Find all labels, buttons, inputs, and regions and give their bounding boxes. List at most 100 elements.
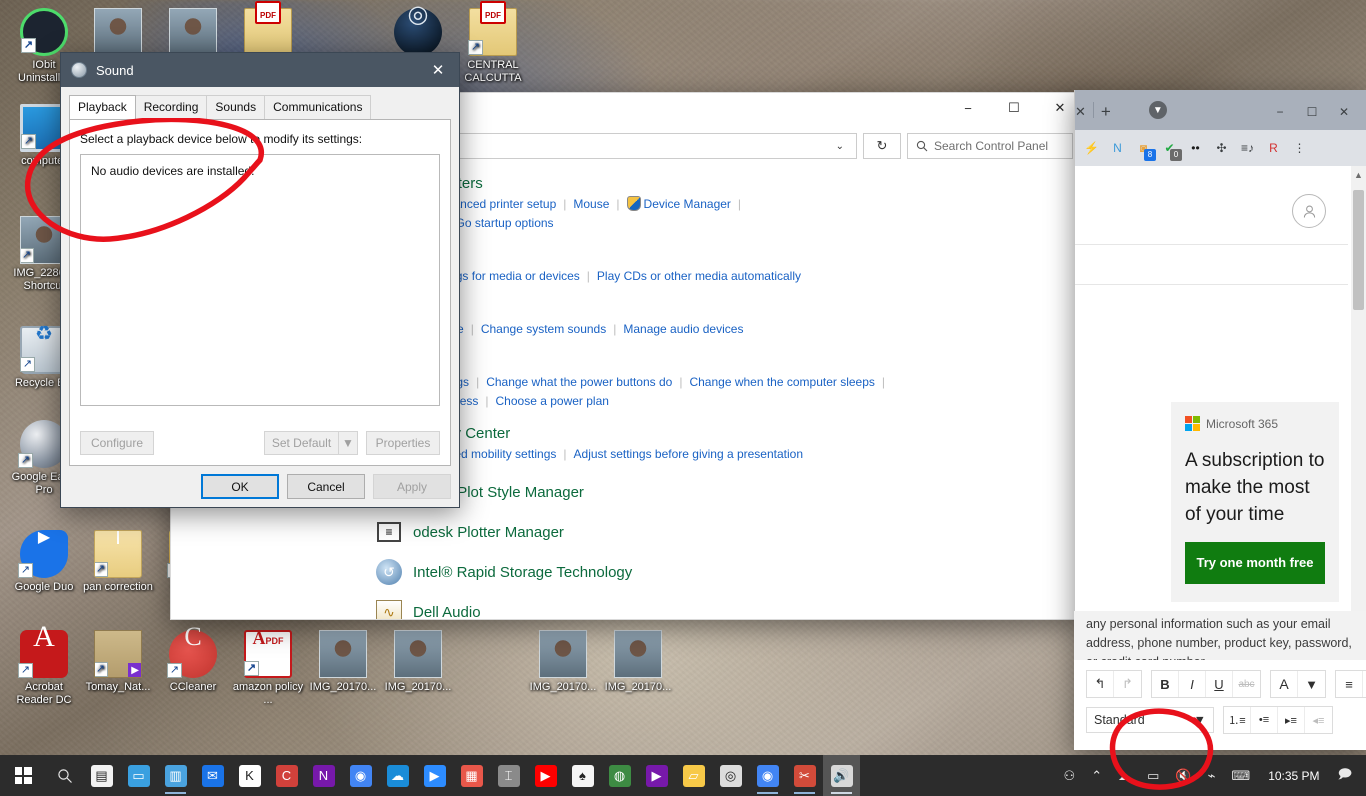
taskbar-item-chrome[interactable]: ◉ (342, 755, 379, 796)
try-one-month-free-button[interactable]: Try one month free (1185, 542, 1325, 584)
strikethrough-button[interactable]: abc (1233, 671, 1260, 697)
desktop-icon[interactable]: Tomay_Nat... (80, 630, 156, 694)
browser-minimize-button[interactable]: − (1264, 105, 1296, 130)
desktop-icon[interactable]: amazon policy ... (230, 630, 306, 707)
italic-button[interactable]: I (1179, 671, 1206, 697)
desktop-icon[interactable]: Acrobat Reader DC (6, 630, 82, 707)
paragraph-style-select[interactable]: Standard ▼ (1086, 707, 1214, 733)
show-hidden-icons-chevron[interactable]: ⌃ (1083, 755, 1110, 796)
taskbar-item-opera[interactable]: ◎ (712, 755, 749, 796)
control-panel-applet[interactable]: Dell Audio (375, 598, 1083, 619)
font-color-button[interactable]: A (1271, 671, 1298, 697)
browser-close-button[interactable]: ✕ (1328, 105, 1360, 130)
taskbar-item-task-view[interactable]: ▭ (120, 755, 157, 796)
avatar[interactable] (1292, 194, 1326, 228)
redo-button[interactable]: ↱ (1114, 671, 1141, 697)
taskbar-item-microsoft-store[interactable]: ▤ (83, 755, 120, 796)
lightning-icon[interactable]: ⚡ (1083, 140, 1100, 157)
tab-search-menu-icon[interactable]: ▼ (1148, 101, 1167, 119)
browser-maximize-button[interactable]: ☐ (1296, 105, 1328, 130)
sound-dialog[interactable]: Sound ✕ Playback Recording Sounds Communica… (60, 52, 460, 508)
maximize-button[interactable]: ☐ (991, 93, 1037, 123)
browser-extension-toolbar[interactable]: ⚡ N ◙ 8 ✔ 0 •• ✣ ≡♪ R ⋮ (1075, 130, 1366, 166)
desktop-icon[interactable]: CENTRAL CALCUTTA (455, 8, 531, 85)
control-panel-link[interactable]: Play CDs or other media automatically (597, 269, 801, 283)
cancel-button[interactable]: Cancel (287, 474, 365, 499)
numbered-list-button[interactable]: ⒈≡ (1224, 707, 1251, 733)
dashlane-icon[interactable]: •• (1187, 140, 1204, 157)
section-heading[interactable]: er Options (371, 353, 1083, 370)
taskbar-item-video-player[interactable]: ▶ (638, 755, 675, 796)
align-left-button[interactable]: ≡ (1336, 671, 1363, 697)
search-control-panel-input[interactable]: Search Control Panel (907, 133, 1073, 159)
chevron-down-icon[interactable]: ⌄ (830, 141, 850, 152)
control-panel-link[interactable]: Change system sounds (481, 322, 606, 336)
section-heading[interactable]: oPlay (371, 247, 1083, 264)
taskbar-item-file-manager[interactable]: ▥ (157, 755, 194, 796)
people-icon[interactable]: ⚇ (1056, 755, 1084, 796)
taskbar-item-onedrive[interactable]: ☁ (379, 755, 416, 796)
font-color-dropdown[interactable]: ▼ (1298, 671, 1325, 697)
set-default-button[interactable]: Set Default (264, 431, 338, 455)
action-center-icon[interactable]: 🗩 (1330, 755, 1360, 796)
taskbar-item-zoom[interactable]: ▶ (416, 755, 453, 796)
taskbar-item-mail[interactable]: ✉ (194, 755, 231, 796)
minimize-button[interactable]: − (945, 93, 991, 123)
desktop-icon[interactable]: CCleaner (155, 630, 231, 694)
taskbar-item-sound-applet[interactable]: 🔊 (823, 755, 860, 796)
system-tray[interactable]: ⚇ ⌃ ☁ ▭ 🔇 ⌁ ⌨ 10:35 PM 🗩 (1056, 755, 1366, 796)
close-icon[interactable]: ✕ (423, 56, 453, 84)
browser-tab-strip[interactable]: ✕ + ▼ − ☐ ✕ (1075, 90, 1366, 130)
clock[interactable]: 10:35 PM (1258, 769, 1329, 783)
indent-increase-button[interactable]: ▸≡ (1278, 707, 1305, 733)
sound-dialog-tabs[interactable]: Playback Recording Sounds Communications (61, 87, 459, 119)
tab-communications[interactable]: Communications (264, 95, 372, 119)
tab-sounds[interactable]: Sounds (206, 95, 266, 119)
rich-text-editor-toolbar[interactable]: ↰↱BIUabcA▼≡≡≡≡ Standard ▼ ⒈≡•≡▸≡◂≡ (1074, 660, 1366, 750)
control-panel-link[interactable]: Manage audio devices (623, 322, 743, 336)
section-heading[interactable]: ices and Printers (371, 175, 1083, 192)
scrollbar-thumb[interactable] (1353, 190, 1364, 310)
section-heading[interactable]: nd (371, 300, 1083, 317)
taskbar-item-usb-device[interactable]: ⌶ (490, 755, 527, 796)
taskbar-search-button[interactable] (46, 755, 83, 796)
bullet-list-button[interactable]: •≡ (1251, 707, 1278, 733)
shield-check-icon[interactable]: ✔ 0 (1161, 140, 1182, 161)
taskbar-item-calculator[interactable]: ▦ (453, 755, 490, 796)
touch-keyboard-icon[interactable]: ⌨ (1223, 755, 1258, 796)
taskbar-item-snipping-tool[interactable]: ✂ (786, 755, 823, 796)
tab-playback[interactable]: Playback (69, 95, 136, 119)
desktop-icon[interactable]: IMG_20170... (305, 630, 381, 694)
configure-button[interactable]: Configure (80, 431, 154, 455)
volume-muted-icon[interactable]: 🔇 (1167, 755, 1199, 796)
ok-button[interactable]: OK (201, 474, 279, 499)
puzzle-extensions-icon[interactable]: ✣ (1213, 140, 1230, 157)
onedrive-tray-icon[interactable]: ☁ (1110, 755, 1139, 796)
sound-dialog-titlebar[interactable]: Sound ✕ (61, 53, 459, 87)
apply-button[interactable]: Apply (373, 474, 451, 499)
underline-button[interactable]: U (1206, 671, 1233, 697)
roboform-icon[interactable]: ◙ 8 (1135, 140, 1156, 161)
new-tab-button[interactable]: + (1101, 102, 1121, 130)
desktop-icon[interactable]: Google Duo (6, 530, 82, 594)
desktop-icon[interactable]: IMG_20170... (380, 630, 456, 694)
undo-button[interactable]: ↰ (1087, 671, 1114, 697)
tab-recording[interactable]: Recording (134, 95, 208, 119)
battery-icon[interactable]: ▭ (1139, 755, 1167, 796)
desktop-icon[interactable]: IMG_20170... (525, 630, 601, 694)
bold-button[interactable]: B (1152, 671, 1179, 697)
taskbar[interactable]: ▤ ▭ ▥ ✉ K C N ◉ ☁ ▶ ▦ ⌶ ▶ ♠ ◍ ▶ ▱ ◎ ◉ ✂ 🔊 ⚇ ⌃ ☁ ▭ 🔇 ⌁ ⌨ 10:35 PM 🗩 (0, 755, 1366, 796)
reading-list-icon[interactable]: ≡♪ (1239, 140, 1256, 157)
playback-device-list[interactable]: No audio devices are installed. (80, 154, 440, 406)
control-panel-applet[interactable]: Intel® Rapid Storage Technology (375, 558, 1083, 586)
scroll-up-arrow-icon[interactable]: ▲ (1351, 170, 1366, 180)
desktop-icon[interactable]: IMG_20170... (600, 630, 676, 694)
tab-close-icon[interactable]: ✕ (1075, 104, 1093, 130)
start-button[interactable] (0, 755, 46, 796)
refresh-button[interactable]: ↻ (863, 133, 901, 159)
control-panel-link[interactable]: Device Manager (644, 197, 731, 211)
taskbar-item-file-explorer[interactable]: ▱ (675, 755, 712, 796)
control-panel-link[interactable]: Change when the computer sleeps (689, 375, 874, 389)
control-panel-applet[interactable]: odesk Plot Style Manager (375, 478, 1083, 506)
network-icon[interactable]: ⌁ (1200, 755, 1224, 796)
